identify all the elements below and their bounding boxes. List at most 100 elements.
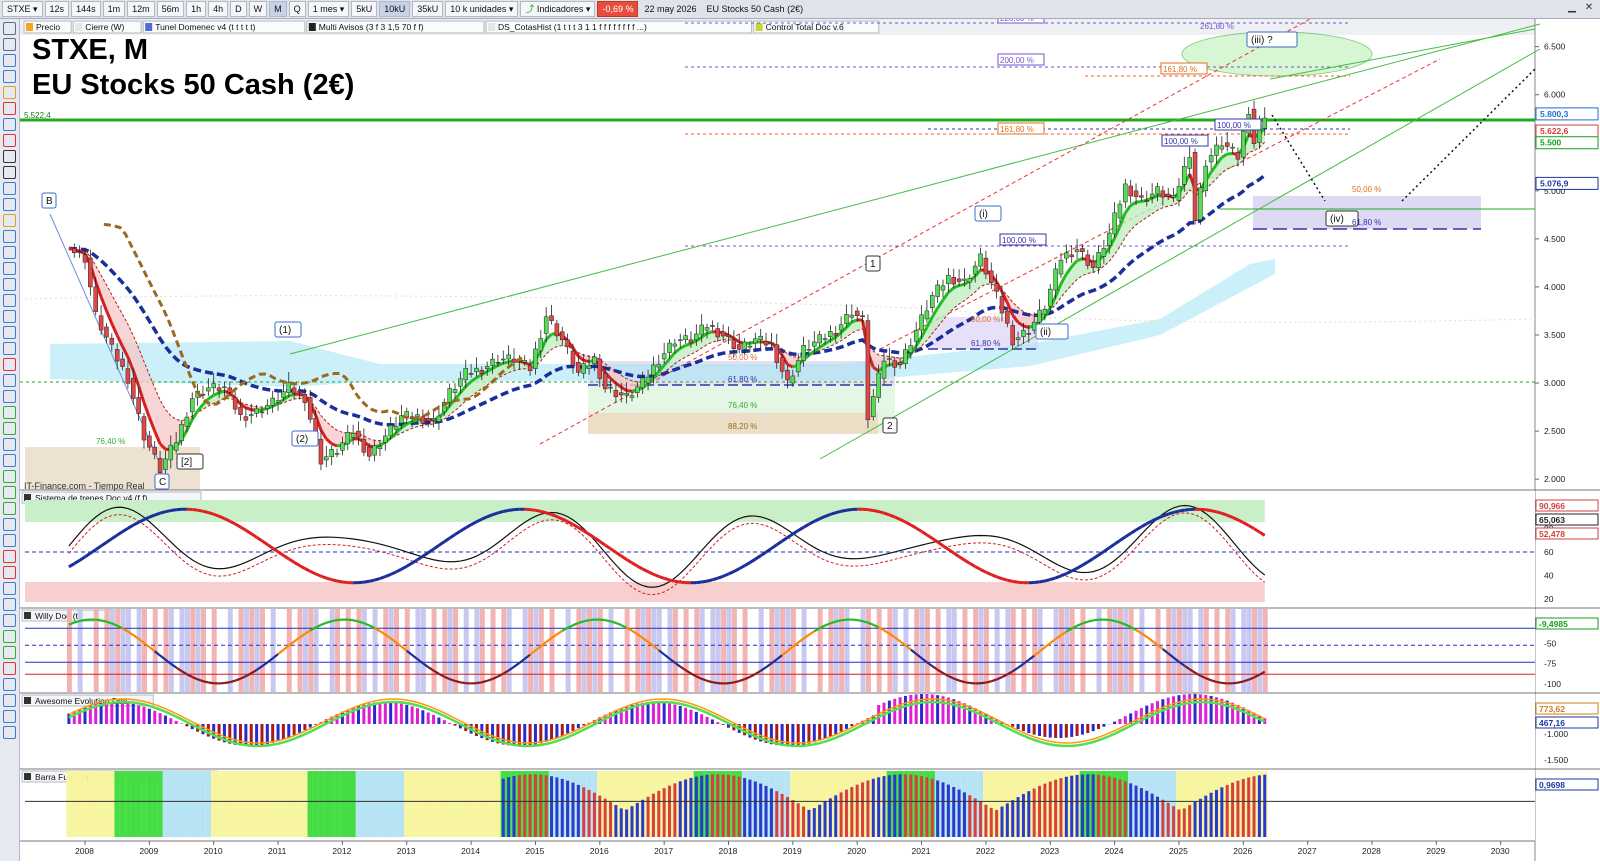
units-selector[interactable]: 10 k unidades ▾ xyxy=(445,1,518,17)
drawing-tool-icon[interactable] xyxy=(3,726,16,739)
drawing-tool-icon[interactable] xyxy=(3,582,16,595)
drawing-tool-icon[interactable] xyxy=(3,502,16,515)
drawing-tool-icon[interactable] xyxy=(3,198,16,211)
drawing-tool-icon[interactable] xyxy=(3,566,16,579)
drawing-tool-icon[interactable] xyxy=(3,22,16,35)
timeframe-Q[interactable]: Q xyxy=(289,1,306,17)
drawing-tool-icon[interactable] xyxy=(3,342,16,355)
fuerza-bg-bar xyxy=(98,771,103,837)
candle-body xyxy=(769,343,773,344)
drawing-tool-icon[interactable] xyxy=(3,310,16,323)
drawing-tool-icon[interactable] xyxy=(3,630,16,643)
drawing-tool-icon[interactable] xyxy=(3,614,16,627)
drawing-tool-icon[interactable] xyxy=(3,662,16,675)
timeframe-56m[interactable]: 56m xyxy=(157,1,185,17)
awesome-bar xyxy=(829,724,832,736)
drawing-tool-icon[interactable] xyxy=(3,374,16,387)
drawing-tool-icon[interactable] xyxy=(3,278,16,291)
fuerza-bar xyxy=(555,777,558,837)
willy-segment xyxy=(589,620,594,621)
drawing-tool-icon[interactable] xyxy=(3,486,16,499)
drawing-tool-icon[interactable] xyxy=(3,262,16,275)
drawing-tool-icon[interactable] xyxy=(3,70,16,83)
price-label-text: 5.076,9 xyxy=(1540,178,1569,188)
fuerza-bg-bar xyxy=(152,771,157,837)
drawing-tool-icon[interactable] xyxy=(3,182,16,195)
unit-10kU[interactable]: 10kU xyxy=(379,1,410,17)
drawing-tool-icon[interactable] xyxy=(3,150,16,163)
trenes-slow-segment xyxy=(509,510,514,511)
timeframe-4h[interactable]: 4h xyxy=(208,1,228,17)
candle-body xyxy=(941,286,945,290)
symbol-label: STXE xyxy=(7,2,31,16)
drawing-tool-icon[interactable] xyxy=(3,710,16,723)
drawing-tool-icon[interactable] xyxy=(3,470,16,483)
unit-35kU[interactable]: 35kU xyxy=(412,1,443,17)
indicator-tab[interactable]: Tunel Domenec v4 (t t t t t) xyxy=(143,21,305,33)
unit-5kU[interactable]: 5kU xyxy=(351,1,377,17)
indicators-button[interactable]: ⤴ Indicadores ▾ xyxy=(520,1,595,17)
minimize-icon[interactable]: ▁ xyxy=(1565,1,1579,15)
drawing-tool-icon[interactable] xyxy=(3,246,16,259)
drawing-tool-icon[interactable] xyxy=(3,534,16,547)
drawing-tool-icon[interactable] xyxy=(3,518,16,531)
drawing-tool-icon[interactable] xyxy=(3,294,16,307)
fuerza-bg-bar xyxy=(308,771,313,837)
panel-value-label: 773,62 xyxy=(1539,704,1565,714)
drawing-tool-icon[interactable] xyxy=(3,166,16,179)
drawing-tool-icon[interactable] xyxy=(3,694,16,707)
timeframe-144s[interactable]: 144s xyxy=(71,1,101,17)
fuerza-bar xyxy=(593,793,596,837)
drawing-tool-icon[interactable] xyxy=(3,214,16,227)
awesome-bar xyxy=(405,705,408,724)
awesome-bar xyxy=(443,720,446,724)
drawing-tool-icon[interactable] xyxy=(3,358,16,371)
timeframe-12s[interactable]: 12s xyxy=(45,1,70,17)
willy-segment xyxy=(836,620,841,621)
awesome-bar xyxy=(813,724,816,742)
candle-body xyxy=(844,314,848,324)
drawing-tool-icon[interactable] xyxy=(3,54,16,67)
drawing-tool-icon[interactable] xyxy=(3,118,16,131)
drawing-tool-icon[interactable] xyxy=(3,38,16,51)
trenes-slow-segment xyxy=(165,511,170,512)
indicator-tab[interactable]: Precio xyxy=(24,21,71,33)
fuerza-bar xyxy=(1220,787,1223,837)
drawing-tool-icon[interactable] xyxy=(3,598,16,611)
close-icon[interactable]: ✕ xyxy=(1582,1,1596,15)
indicator-tab[interactable]: Cierre (W) xyxy=(73,21,141,33)
drawing-tool-icon[interactable] xyxy=(3,230,16,243)
timeframe-D[interactable]: D xyxy=(230,1,247,17)
drawing-tool-icon[interactable] xyxy=(3,438,16,451)
timeframe-12m[interactable]: 12m xyxy=(127,1,155,17)
awesome-bar xyxy=(1172,696,1175,724)
drawing-tool-icon[interactable] xyxy=(3,550,16,563)
fuerza-bar xyxy=(722,774,725,837)
candle-body xyxy=(1027,333,1031,334)
drawing-tool-icon[interactable] xyxy=(3,86,16,99)
drawing-tool-icon[interactable] xyxy=(3,406,16,419)
drawing-tool-icon[interactable] xyxy=(3,102,16,115)
symbol-selector[interactable]: STXE ▾ xyxy=(2,1,43,17)
period-selector[interactable]: 1 mes ▾ xyxy=(308,1,350,17)
timeframe-1m[interactable]: 1m xyxy=(103,1,126,17)
drawing-tool-icon[interactable] xyxy=(3,326,16,339)
indicator-tab[interactable]: Multi Avisos (3 f 3 1,5 70 f f) xyxy=(307,21,484,33)
fuerza-bg-bar xyxy=(270,771,275,837)
candle-body xyxy=(330,449,334,456)
drawing-tool-icon[interactable] xyxy=(3,390,16,403)
trenes-slow-segment xyxy=(192,510,197,511)
timeframe-1h[interactable]: 1h xyxy=(186,1,206,17)
drawing-tool-icon[interactable] xyxy=(3,422,16,435)
willy-bar xyxy=(1129,609,1134,692)
drawing-tool-icon[interactable] xyxy=(3,646,16,659)
timeframe-M[interactable]: M xyxy=(269,1,287,17)
drawing-tool-icon[interactable] xyxy=(3,678,16,691)
candle-body xyxy=(1021,330,1025,336)
timeframe-W[interactable]: W xyxy=(249,1,268,17)
trenes-slow-segment xyxy=(879,512,884,513)
willy-bar xyxy=(592,609,597,692)
fuerza-bar xyxy=(1092,774,1095,837)
drawing-tool-icon[interactable] xyxy=(3,454,16,467)
drawing-tool-icon[interactable] xyxy=(3,134,16,147)
